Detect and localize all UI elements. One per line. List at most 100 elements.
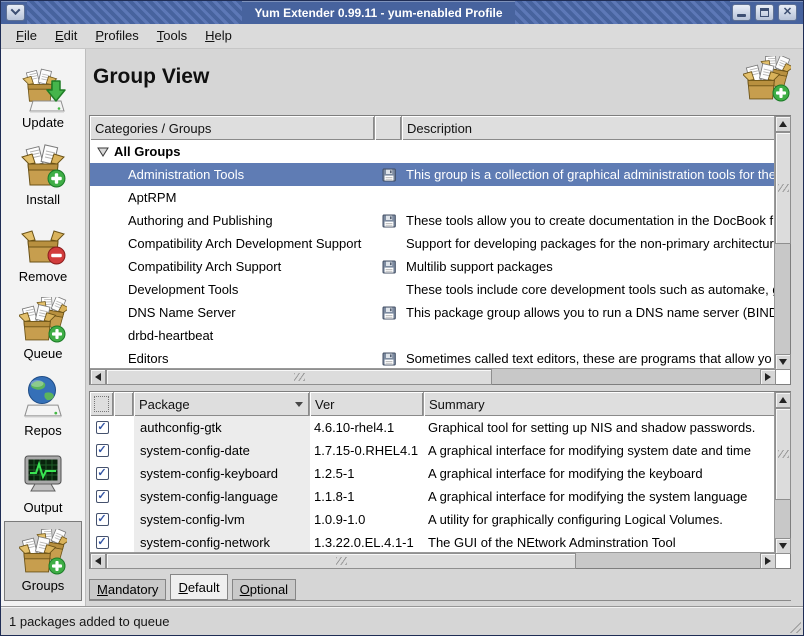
package-checkbox[interactable] xyxy=(96,536,109,549)
tree-row[interactable]: Authoring and Publishing These tools all… xyxy=(90,209,776,232)
boxes-groups-icon xyxy=(19,529,67,577)
column-header-categories[interactable]: Categories / Groups xyxy=(90,116,375,140)
tree-row[interactable]: Editors Sometimes called text editors, t… xyxy=(90,347,776,370)
menu-item-profiles[interactable]: Profiles xyxy=(86,24,147,48)
sort-descending-icon xyxy=(295,402,303,407)
scroll-down-button[interactable] xyxy=(775,538,791,554)
package-checkbox[interactable] xyxy=(96,421,109,434)
horizontal-scrollbar[interactable] xyxy=(90,368,776,384)
sidebar-item-update[interactable]: Update xyxy=(4,59,82,136)
package-checkbox[interactable] xyxy=(96,513,109,526)
package-row[interactable]: authconfig-gtk 4.6.10-rhel4.1 Graphical … xyxy=(90,416,776,439)
monitor-icon xyxy=(19,451,67,499)
group-description: Sometimes called text editors, these are… xyxy=(402,351,776,366)
menu-item-edit[interactable]: Edit xyxy=(46,24,86,48)
titlebar[interactable]: Yum Extender 0.99.11 - yum-enabled Profi… xyxy=(1,1,803,24)
package-row[interactable]: system-config-date 1.7.15-0.RHEL4.1 A gr… xyxy=(90,439,776,462)
minimize-button[interactable] xyxy=(732,4,751,21)
tab-mandatory[interactable]: Mandatory xyxy=(89,579,166,600)
group-name: Compatibility Arch Support xyxy=(90,259,375,274)
package-version: 1.7.15-0.RHEL4.1 xyxy=(310,443,424,458)
package-summary: A graphical interface for modifying syst… xyxy=(424,443,776,458)
tree-row[interactable]: Compatibility Arch Support Multilib supp… xyxy=(90,255,776,278)
sidebar-item-install[interactable]: Install xyxy=(4,136,82,213)
package-row[interactable]: system-config-language 1.1.8-1 A graphic… xyxy=(90,485,776,508)
titlebar-stripes-right xyxy=(515,1,730,24)
group-description: Multilib support packages xyxy=(402,259,776,274)
expander-down-icon[interactable] xyxy=(97,147,109,157)
tree-row[interactable]: DNS Name Server This package group allow… xyxy=(90,301,776,324)
left-arrow-icon xyxy=(95,373,101,381)
scroll-left-button[interactable] xyxy=(90,553,106,569)
column-header-package[interactable]: Package xyxy=(134,392,310,416)
package-checkbox[interactable] xyxy=(96,444,109,457)
scroll-left-button[interactable] xyxy=(90,369,106,385)
package-name: system-config-language xyxy=(134,485,310,508)
resize-grip-icon[interactable] xyxy=(787,619,801,633)
scroll-down-button[interactable] xyxy=(775,354,791,370)
scroll-right-button[interactable] xyxy=(760,553,776,569)
tree-row[interactable]: Administration Tools This group is a col… xyxy=(90,163,776,186)
scrollbar-thumb[interactable] xyxy=(775,408,791,500)
installed-floppy-icon xyxy=(382,260,396,274)
down-arrow-icon xyxy=(779,543,787,549)
tab-default[interactable]: Default xyxy=(170,574,227,600)
horizontal-scrollbar[interactable] xyxy=(90,552,776,568)
column-header-select[interactable] xyxy=(90,392,114,416)
package-row[interactable]: system-config-network 1.3.22.0.EL.4.1-1 … xyxy=(90,531,776,554)
scroll-right-button[interactable] xyxy=(760,369,776,385)
package-row[interactable]: system-config-lvm 1.0.9-1.0 A utility fo… xyxy=(90,508,776,531)
package-version: 1.1.8-1 xyxy=(310,489,424,504)
sidebar-item-label: Update xyxy=(22,115,64,130)
sidebar-item-repos[interactable]: Repos xyxy=(4,367,82,444)
boxes-queue-icon xyxy=(19,297,67,345)
menu-item-file[interactable]: File xyxy=(7,24,46,48)
column-header-summary[interactable]: Summary xyxy=(424,392,790,416)
package-checkbox[interactable] xyxy=(96,490,109,503)
package-version: 1.2.5-1 xyxy=(310,466,424,481)
sidebar-item-label: Output xyxy=(23,500,62,515)
tree-row[interactable]: Compatibility Arch Development Support S… xyxy=(90,232,776,255)
menu-item-tools[interactable]: Tools xyxy=(148,24,196,48)
package-row[interactable]: system-config-keyboard 1.2.5-1 A graphic… xyxy=(90,462,776,485)
package-summary: A utility for graphically configuring Lo… xyxy=(424,512,776,527)
tab-optional[interactable]: Optional xyxy=(232,579,296,600)
sidebar-item-output[interactable]: Output xyxy=(4,444,82,521)
package-version: 4.6.10-rhel4.1 xyxy=(310,420,424,435)
group-name: Administration Tools xyxy=(90,167,375,182)
up-arrow-icon xyxy=(779,397,787,403)
scrollbar-thumb[interactable] xyxy=(106,553,576,569)
titlebar-stripes-left xyxy=(27,1,242,24)
scrollbar-thumb[interactable] xyxy=(775,132,791,244)
tree-row[interactable]: AptRPM xyxy=(90,186,776,209)
group-table: Categories / Groups Description All Grou… xyxy=(89,115,791,385)
package-table-header: Package Ver Summary xyxy=(90,392,790,416)
maximize-button[interactable] xyxy=(755,4,774,21)
column-header-description[interactable]: Description xyxy=(402,116,790,140)
menu-item-help[interactable]: Help xyxy=(196,24,241,48)
package-summary: Graphical tool for setting up NIS and sh… xyxy=(424,420,776,435)
scroll-up-button[interactable] xyxy=(775,116,791,132)
sidebar-item-label: Groups xyxy=(22,578,65,593)
window-menu-button[interactable] xyxy=(6,4,25,21)
group-description: This group is a collection of graphical … xyxy=(402,167,776,182)
sidebar-item-remove[interactable]: Remove xyxy=(4,213,82,290)
tree-row[interactable]: Development Tools These tools include co… xyxy=(90,278,776,301)
scrollbar-thumb[interactable] xyxy=(106,369,492,385)
tree-row[interactable]: drbd-heartbeat xyxy=(90,324,776,347)
vertical-scrollbar[interactable] xyxy=(774,116,790,370)
close-button[interactable]: ✕ xyxy=(778,4,797,21)
tree-root-row[interactable]: All Groups xyxy=(90,140,776,163)
package-name: authconfig-gtk xyxy=(134,416,310,439)
page-title: Group View xyxy=(93,65,209,89)
column-header-ver[interactable]: Ver xyxy=(310,392,424,416)
sidebar-item-groups[interactable]: Groups xyxy=(4,521,82,601)
column-header-spacer[interactable] xyxy=(114,392,134,416)
package-checkbox[interactable] xyxy=(96,467,109,480)
column-header-icon[interactable] xyxy=(375,116,402,140)
vertical-scrollbar[interactable] xyxy=(774,392,790,554)
group-name: Authoring and Publishing xyxy=(90,213,375,228)
sidebar-item-queue[interactable]: Queue xyxy=(4,290,82,367)
scroll-up-button[interactable] xyxy=(775,392,791,408)
installed-floppy-icon xyxy=(382,168,396,182)
